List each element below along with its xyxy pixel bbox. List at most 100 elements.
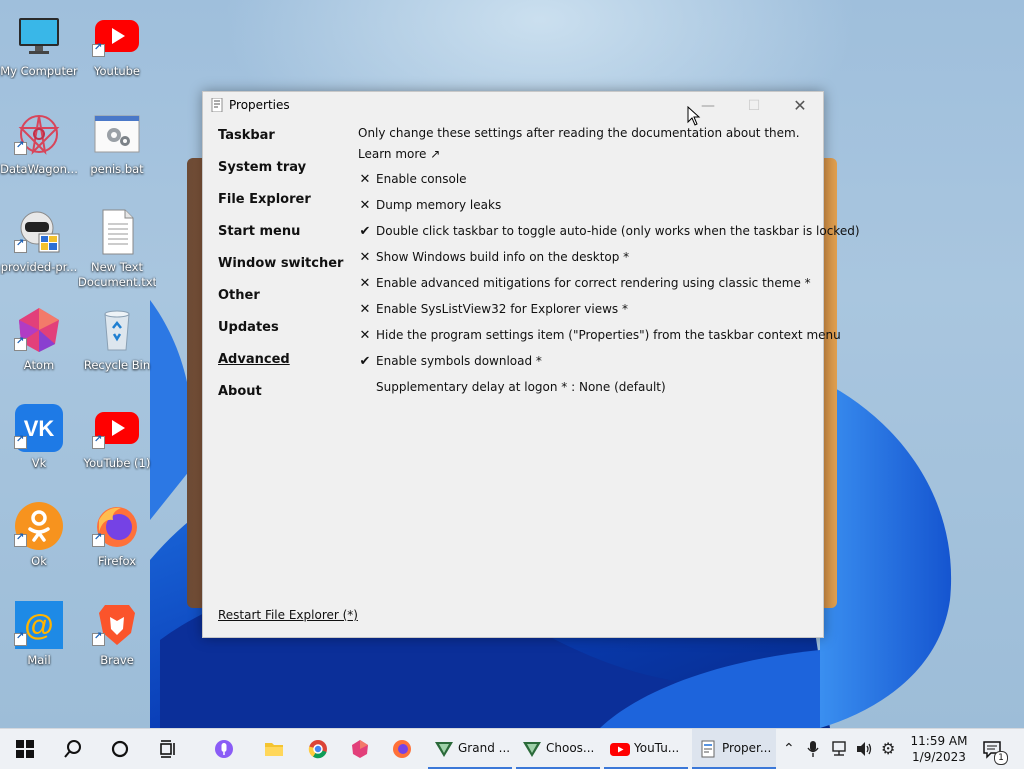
shortcut-arrow-icon [14,434,27,449]
shortcut-arrow-icon [92,434,105,449]
restart-file-explorer-link[interactable]: Restart File Explorer (*) [218,608,358,622]
learn-more-link[interactable]: Learn more ↗ [358,147,440,161]
desktop-icon-atom[interactable]: Atom [0,302,78,388]
vivaldi-icon [523,742,541,757]
unchecked-icon: ✕ [359,302,371,317]
microphone-icon[interactable] [806,740,820,758]
option-label: Enable console [376,172,467,186]
desktop-icon-label: YouTube (1) [83,456,151,470]
properties-icon [211,98,223,112]
search-button[interactable] [58,729,88,769]
taskbar-app-label: Choos... [546,741,595,755]
shortcut-arrow-icon [14,238,27,253]
taskbar-atom[interactable] [346,729,376,769]
desktop-icon-penis-bat[interactable]: penis.bat [78,106,156,192]
taskbar-app-properties[interactable]: Proper... [692,729,776,769]
chevron-up-icon[interactable]: ⌃ [783,741,795,757]
desktop-icon-youtube-1[interactable]: YouTube (1) [78,400,156,486]
nav-item-updates[interactable]: Updates [218,320,279,335]
shortcut-arrow-icon [14,336,27,351]
batch-file-icon [94,115,140,153]
taskbar: Grand ... Choos... YouTu... Proper... ⌃ [0,728,1024,769]
task-view-button[interactable] [154,729,184,769]
notification-count-badge: 1 [994,751,1008,765]
desktop-icon-provided-pr[interactable]: provided-pr... [0,204,78,290]
vivaldi-icon [435,742,453,757]
desktop-icon-label: My Computer [0,64,78,78]
taskbar-app-youtube[interactable]: YouTu... [604,729,688,769]
desktop-icon-label: Vk [31,456,47,470]
desktop-icon-datawagon[interactable]: DataWagon... [0,106,78,192]
intro-text: Only change these settings after reading… [358,126,800,140]
youtube-icon [610,743,630,756]
text-document-icon [102,209,134,255]
shortcut-arrow-icon [14,140,27,155]
nav-item-taskbar[interactable]: Taskbar [218,128,275,143]
task-view-icon [160,740,175,758]
nav-item-advanced[interactable]: Advanced [218,352,290,367]
window-title: Properties [229,98,290,112]
desktop-icon-label: Atom [23,358,55,372]
clock[interactable]: 11:59 AM 1/9/2023 [906,733,972,765]
taskbar-chrome[interactable] [304,729,334,769]
desktop-icon-vk[interactable]: VK Vk [0,400,78,486]
shortcut-arrow-icon [14,631,27,646]
option-label: Enable symbols download * [376,354,542,368]
taskbar-app-label: Proper... [722,741,772,755]
start-button[interactable] [10,729,40,769]
maximize-button[interactable]: ☐ [731,92,777,120]
nav-item-start-menu[interactable]: Start menu [218,224,300,239]
nav-item-window-switcher[interactable]: Window switcher [218,256,343,271]
unchecked-icon: ✕ [359,172,371,187]
svg-text:@: @ [24,609,53,642]
properties-window[interactable]: Properties — ☐ ✕ Taskbar System tray Fil… [202,91,860,638]
desktop: My Computer Youtube DataWagon... penis.b… [0,0,1024,728]
option-label: Hide the program settings item ("Propert… [376,328,841,342]
unchecked-icon: ✕ [359,328,371,343]
checkmark-icon: ✔ [359,354,371,369]
desktop-icon-label: Mail [27,653,51,667]
desktop-icon-youtube[interactable]: Youtube [78,8,156,94]
taskbar-firefox[interactable] [388,729,418,769]
desktop-icon-firefox[interactable]: Firefox [78,498,156,584]
unchecked-icon: ✕ [359,198,371,213]
title-bar[interactable]: Properties — ☐ ✕ [203,92,823,120]
desktop-icon-label: provided-pr... [0,260,78,274]
cortana-button[interactable] [106,729,136,769]
shortcut-arrow-icon [92,631,105,646]
taskbar-app-grand[interactable]: Grand ... [428,729,512,769]
desktop-icon-brave[interactable]: Brave [78,597,156,683]
nav-item-about[interactable]: About [218,384,262,399]
taskbar-file-explorer[interactable] [260,729,290,769]
microphone-app-icon [215,740,233,758]
checkmark-icon: ✔ [359,224,371,239]
option-label: Double click taskbar to toggle auto-hide… [376,224,860,238]
option-label: Enable SysListView32 for Explorer views … [376,302,628,316]
network-icon[interactable] [830,741,848,757]
taskbar-voice-app[interactable] [210,729,240,769]
desktop-icon-label: Ok [31,554,47,568]
taskbar-app-label: Grand ... [458,741,511,755]
desktop-icon-ok[interactable]: Ok [0,498,78,584]
notifications-button[interactable]: 1 [980,729,1010,769]
close-button[interactable]: ✕ [777,92,823,120]
nav-item-other[interactable]: Other [218,288,260,303]
mouse-cursor-icon [687,106,701,126]
desktop-icon-label: DataWagon... [0,162,78,176]
desktop-icon-label: Recycle Bin [83,358,151,372]
nav-item-system-tray[interactable]: System tray [218,160,306,175]
desktop-icon-new-text-document[interactable]: New Text Document.txt [78,204,156,290]
taskbar-app-choos[interactable]: Choos... [516,729,600,769]
gear-icon[interactable]: ⚙ [881,739,895,758]
clock-date: 1/9/2023 [912,750,966,764]
desktop-icon-label: Youtube [94,64,140,78]
nav-item-file-explorer[interactable]: File Explorer [218,192,311,207]
properties-icon [701,740,715,758]
volume-icon[interactable] [855,741,873,757]
desktop-icon-mail[interactable]: @ Mail [0,597,78,683]
desktop-icon-recycle-bin[interactable]: Recycle Bin [78,302,156,388]
firefox-icon [393,740,411,758]
folder-icon [265,743,283,756]
desktop-icon-my-computer[interactable]: My Computer [0,8,78,94]
monitor-icon [19,18,59,54]
